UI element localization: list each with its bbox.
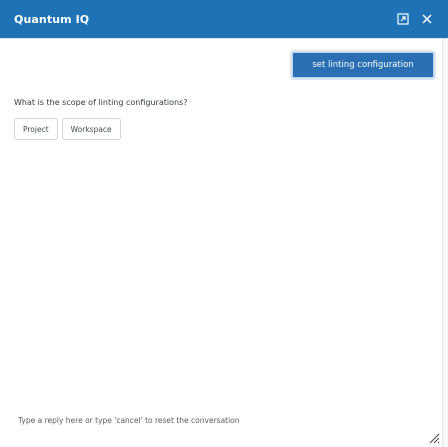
bot-question: What is the scope of linting configurati…: [14, 98, 188, 107]
option-workspace-button[interactable]: Workspace: [61, 118, 121, 140]
title-divider: [0, 38, 448, 39]
scrollbar-track[interactable]: [442, 39, 448, 447]
answer-options: Project Workspace: [14, 118, 121, 140]
reply-input[interactable]: [12, 410, 436, 430]
title-bar: Quantum IQ: [0, 0, 448, 38]
resize-grip-icon[interactable]: [428, 432, 440, 444]
set-linting-configuration-button[interactable]: set linting configuration: [292, 52, 434, 78]
restore-button[interactable]: [392, 8, 414, 30]
close-button[interactable]: [416, 8, 438, 30]
restore-icon: [397, 13, 409, 25]
close-icon: [422, 14, 432, 24]
option-project-button[interactable]: Project: [14, 118, 58, 140]
window-title: Quantum IQ: [14, 12, 90, 26]
